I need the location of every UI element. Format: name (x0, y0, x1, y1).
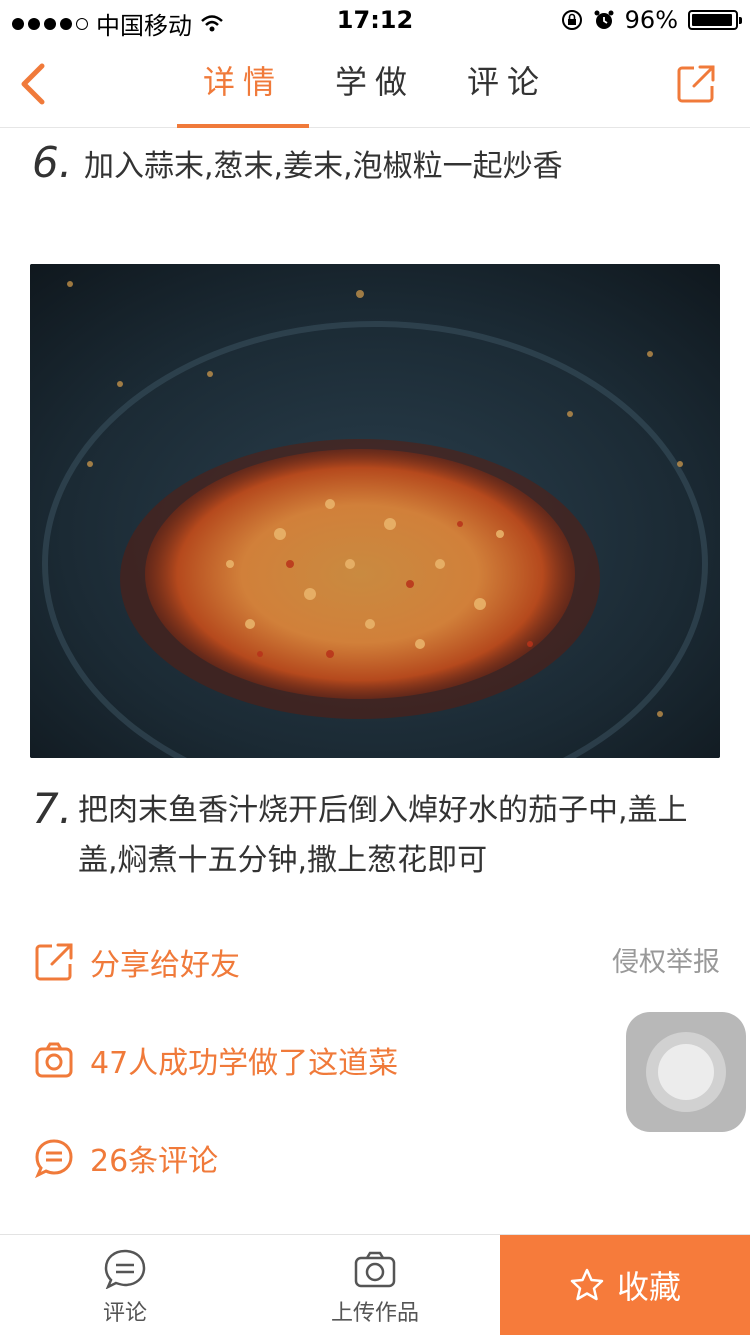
comments-count-button[interactable]: 26条评论 (34, 1136, 218, 1180)
step-description: 加入蒜末,葱末,姜末,泡椒粒一起炒香 (84, 142, 563, 192)
share-icon (35, 943, 73, 981)
bottom-comment-label: 评论 (102, 1301, 147, 1326)
step-line: 把肉末鱼香汁烧开后倒入焯好水的茄子中,盖上 (78, 793, 688, 828)
star-icon (570, 1268, 604, 1301)
detail-tabs: 详情 学做 评论 (0, 40, 750, 128)
comments-count-label: 26条评论 (90, 1144, 219, 1179)
step-description: 把肉末鱼香汁烧开后倒入焯好水的茄子中,盖上 盖,焖煮十五分钟,撒上葱花即可 (78, 786, 688, 886)
step-line: 加入蒜末,葱末,姜末,泡椒粒一起炒香 (84, 149, 563, 184)
top-navigation: 详情 学做 评论 (0, 40, 750, 128)
wok-stir-fry-image (30, 264, 720, 758)
status-bar: 中国移动 17:12 96% (0, 0, 750, 40)
upload-work-label: 上传作品 (330, 1301, 419, 1326)
step-photo (30, 264, 720, 758)
camera-icon (35, 1042, 73, 1078)
share-icon[interactable] (676, 64, 716, 104)
share-label: 分享给好友 (90, 948, 240, 983)
step-number: 6. (32, 138, 73, 187)
favorite-label: 收藏 (616, 1268, 681, 1306)
tab-comments[interactable]: 评论 (441, 40, 573, 128)
favorite-button[interactable]: 收藏 (500, 1235, 750, 1335)
comment-bubble-icon (104, 1249, 146, 1289)
step-line: 盖,焖煮十五分钟,撒上葱花即可 (78, 843, 488, 878)
upload-work-button[interactable]: 上传作品 (250, 1235, 500, 1335)
camera-icon (354, 1251, 396, 1288)
battery-percent: 96% (624, 6, 678, 34)
battery-icon (688, 10, 742, 30)
tab-details[interactable]: 详情 (177, 40, 309, 128)
bottom-action-bar: 评论 上传作品 收藏 (0, 1234, 750, 1335)
bottom-comment-button[interactable]: 评论 (0, 1235, 250, 1335)
learned-count-button[interactable]: 47人成功学做了这道菜 (34, 1038, 398, 1082)
share-to-friends-button[interactable]: 分享给好友 (34, 940, 240, 984)
learned-count-label: 47人成功学做了这道菜 (90, 1046, 399, 1081)
comment-bubble-icon (35, 1139, 73, 1178)
report-infringement-link[interactable]: 侵权举报 (612, 940, 720, 979)
step-number: 7. (32, 784, 73, 833)
assistive-touch-button[interactable] (626, 1012, 746, 1132)
tab-learn[interactable]: 学做 (309, 40, 441, 128)
orientation-lock-icon (561, 10, 582, 30)
alarm-icon (594, 10, 614, 29)
status-right: 96% (561, 6, 742, 34)
